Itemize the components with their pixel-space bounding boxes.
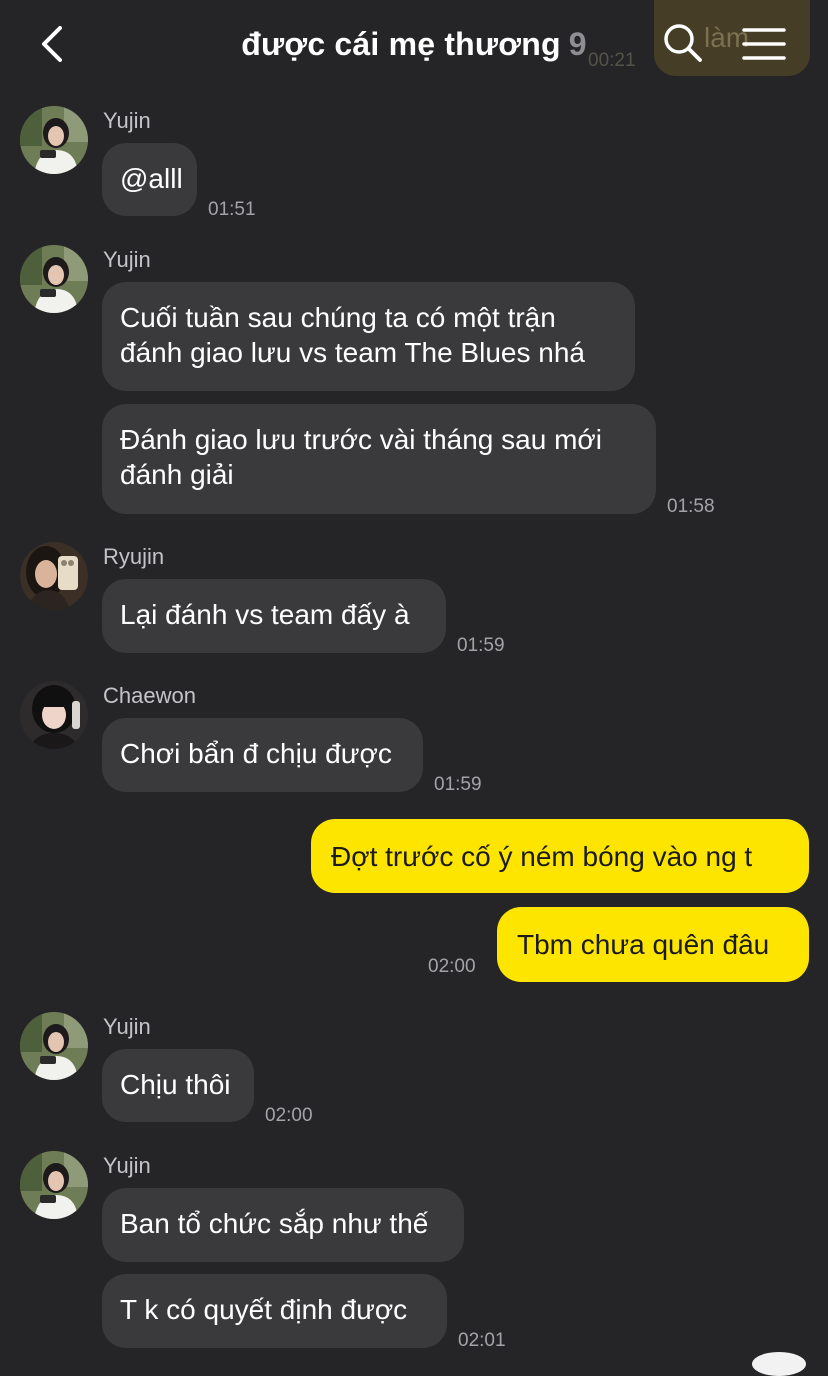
avatar-yujin[interactable]: [20, 1151, 88, 1219]
member-count: 9: [568, 26, 587, 62]
avatar-ryujin[interactable]: [20, 542, 88, 610]
message-time: 02:00: [265, 1105, 313, 1126]
sender-name: Ryujin: [103, 544, 165, 569]
message-bubble[interactable]: Lại đánh vs team đấy à: [102, 579, 446, 653]
sender-name: Yujin: [103, 108, 151, 133]
hamburger-menu-icon[interactable]: [740, 24, 788, 64]
message-time: 01:59: [434, 774, 482, 795]
scroll-to-bottom-button[interactable]: [752, 1352, 806, 1376]
message-bubble[interactable]: @alll: [102, 143, 197, 216]
search-icon[interactable]: [660, 20, 706, 66]
message-bubble[interactable]: Ban tổ chức sắp như thế: [102, 1188, 464, 1262]
message-bubble[interactable]: Đánh giao lưu trước vài tháng sau mới đá…: [102, 404, 656, 514]
avatar-chaewon[interactable]: [20, 681, 88, 749]
sender-name: Yujin: [103, 247, 151, 272]
message-bubble[interactable]: T k có quyết định được: [102, 1274, 447, 1348]
message-time: 01:58: [667, 496, 715, 517]
outgoing-message-bubble[interactable]: Đợt trước cố ý ném bóng vào ng t: [311, 819, 809, 893]
sender-name: Yujin: [103, 1153, 151, 1178]
sender-name: Chaewon: [103, 683, 196, 708]
avatar-yujin[interactable]: [20, 1012, 88, 1080]
message-bubble[interactable]: Chịu thôi: [102, 1049, 254, 1122]
message-time: 02:00: [428, 956, 476, 977]
message-bubble[interactable]: Cuối tuần sau chúng ta có một trận đánh …: [102, 282, 635, 391]
message-time: 02:01: [458, 1330, 506, 1351]
outgoing-message-bubble[interactable]: Tbm chưa quên đâu: [497, 907, 809, 982]
avatar-yujin[interactable]: [20, 245, 88, 313]
message-bubble[interactable]: Chơi bẩn đ chịu được: [102, 718, 423, 792]
sender-name: Yujin: [103, 1014, 151, 1039]
message-time: 01:59: [457, 635, 505, 656]
avatar-yujin[interactable]: [20, 106, 88, 174]
chat-title: được cái mẹ thương: [241, 26, 561, 62]
message-time: 01:51: [208, 199, 256, 220]
